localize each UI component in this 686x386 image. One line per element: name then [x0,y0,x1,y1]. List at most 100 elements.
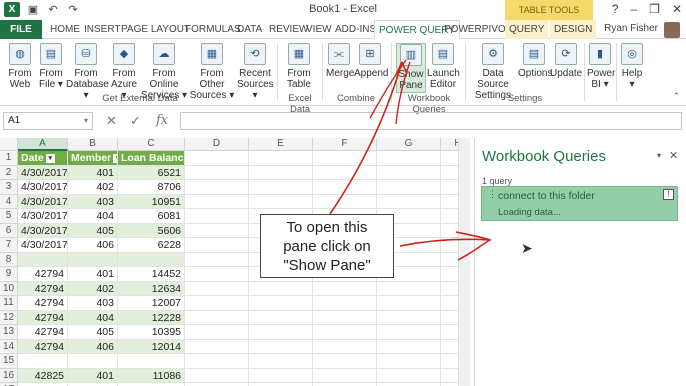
table-cell[interactable] [68,252,118,267]
query-item[interactable]: ⋮ connect to this folder Loading data...… [481,186,678,221]
options-button[interactable]: ▤ Options [518,43,552,79]
tab-file[interactable]: FILE [0,20,42,39]
table-cell[interactable]: 8706 [118,180,185,195]
table-cell[interactable]: 11086 [118,368,185,383]
update-button[interactable]: ⟳ Update [550,43,582,79]
row-header[interactable]: 3 [0,180,18,195]
show-pane-button[interactable]: ▥ Show Pane [396,43,426,93]
tab-query[interactable]: QUERY [505,20,549,39]
cell[interactable] [313,165,377,180]
from-file-button[interactable]: ▤ From File ▾ [36,43,66,90]
cell[interactable] [185,194,249,209]
table-header-cell[interactable]: Member▾ [68,151,118,166]
table-cell[interactable]: 10395 [118,325,185,340]
vertical-scrollbar[interactable] [458,138,470,386]
row-header[interactable]: 6 [0,223,18,238]
table-cell[interactable]: 404 [68,209,118,224]
table-cell[interactable]: 405 [68,325,118,340]
cell[interactable] [249,151,313,166]
row-header[interactable]: 13 [0,325,18,340]
row-header[interactable]: 2 [0,165,18,180]
spreadsheet-grid[interactable]: ABCDEFGH 1Date▾Member▾Loan Balanc▾24/30/… [0,138,470,386]
cell[interactable] [377,281,441,296]
select-all-corner[interactable] [0,138,18,151]
cell[interactable] [185,267,249,282]
table-cell[interactable]: 12014 [118,339,185,354]
row-header[interactable]: 14 [0,339,18,354]
table-cell[interactable]: 42794 [18,310,68,325]
cell[interactable] [249,180,313,195]
cell[interactable] [313,354,377,369]
table-cell[interactable]: 403 [68,194,118,209]
from-other-sources-button[interactable]: ▦ From Other Sources ▾ [189,43,235,101]
table-cell[interactable] [18,252,68,267]
cell[interactable] [377,310,441,325]
table-cell[interactable]: 4/30/2017 [18,238,68,253]
cell[interactable] [377,325,441,340]
cell[interactable] [249,296,313,311]
table-cell[interactable]: 6521 [118,165,185,180]
column-header-g[interactable]: G [377,138,441,151]
help-button[interactable]: ◎ Help ▾ [619,43,645,90]
table-cell[interactable]: 402 [68,281,118,296]
cell[interactable] [377,194,441,209]
row-header[interactable]: 12 [0,310,18,325]
cell[interactable] [185,281,249,296]
cell[interactable] [249,281,313,296]
table-cell[interactable]: 403 [68,296,118,311]
table-cell[interactable]: 4/30/2017 [18,180,68,195]
cell[interactable] [185,180,249,195]
cell[interactable] [185,238,249,253]
cell[interactable] [185,223,249,238]
table-cell[interactable]: 401 [68,368,118,383]
minimize-icon[interactable]: – [630,2,637,16]
table-header-cell[interactable]: Date ▾ [18,151,68,166]
tab-data[interactable]: DATA [233,20,266,39]
table-cell[interactable]: 12228 [118,310,185,325]
row-header[interactable]: 7 [0,238,18,253]
table-cell[interactable]: 402 [68,180,118,195]
cell[interactable] [313,310,377,325]
table-cell[interactable]: 42794 [18,325,68,340]
launch-editor-button[interactable]: ▤ Launch Editor [427,43,460,90]
table-cell[interactable]: 406 [68,238,118,253]
table-cell[interactable]: 14452 [118,267,185,282]
filter-dropdown-icon[interactable]: ▾ [45,153,55,163]
table-header-cell[interactable]: Loan Balanc▾ [118,151,185,166]
table-cell[interactable]: 401 [68,165,118,180]
cell[interactable] [185,165,249,180]
cell[interactable] [185,310,249,325]
row-header[interactable]: 16 [0,368,18,383]
column-header-a[interactable]: A [18,138,68,151]
cell[interactable] [185,296,249,311]
tab-design[interactable]: DESIGN [550,20,597,39]
table-cell[interactable]: 42825 [18,368,68,383]
table-cell[interactable]: 42794 [18,267,68,282]
table-cell[interactable]: 4/30/2017 [18,165,68,180]
insert-function-icon[interactable]: fx [156,113,168,128]
collapse-ribbon-icon[interactable]: ⌃ [672,91,680,102]
cell[interactable] [313,368,377,383]
table-cell[interactable] [18,354,68,369]
row-header[interactable]: 1 [0,151,18,166]
drag-handle-icon[interactable]: ⋮ [488,189,497,200]
cell[interactable] [185,354,249,369]
cell[interactable] [185,368,249,383]
column-header-d[interactable]: D [185,138,249,151]
table-cell[interactable]: 42794 [18,339,68,354]
cell[interactable] [249,368,313,383]
table-cell[interactable] [68,354,118,369]
enter-icon[interactable]: ✓ [130,113,141,129]
cell[interactable] [249,339,313,354]
table-cell[interactable]: 5606 [118,223,185,238]
row-header[interactable]: 10 [0,281,18,296]
cell[interactable] [313,194,377,209]
power-bi-button[interactable]: ▮ Power BI ▾ [587,43,615,90]
help-icon[interactable]: ? [612,2,619,16]
table-cell[interactable] [118,252,185,267]
formula-input[interactable] [180,112,682,130]
avatar[interactable] [664,22,680,38]
close-pane-icon[interactable]: ✕ [669,149,678,162]
merge-button[interactable]: ⫘ Merge [326,43,354,79]
cell[interactable] [377,296,441,311]
